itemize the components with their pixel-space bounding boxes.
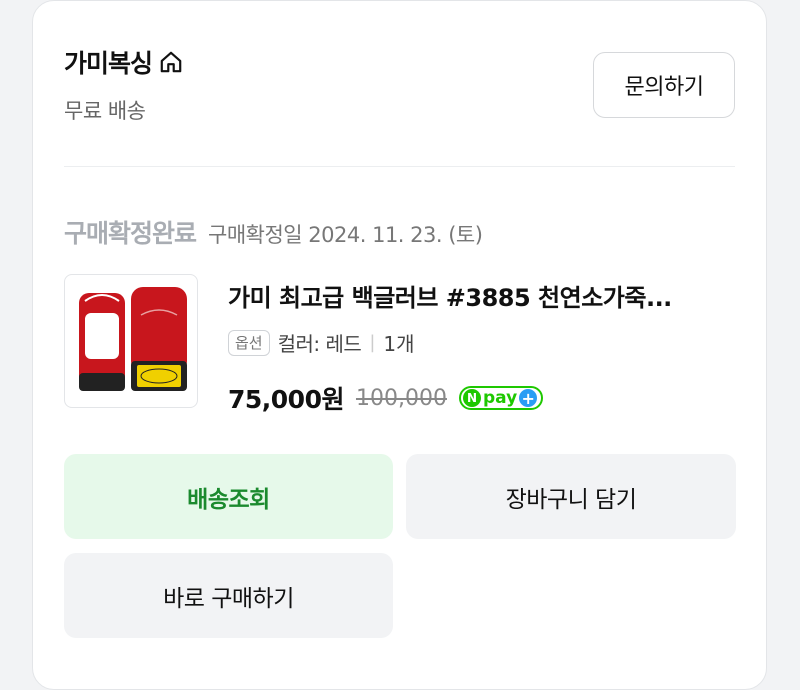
divider — [64, 166, 735, 167]
price-row: 75,000원 100,000 N pay + — [228, 380, 544, 416]
inquiry-button[interactable]: 문의하기 — [593, 52, 735, 118]
track-delivery-button[interactable]: 배송조회 — [64, 454, 393, 539]
option-separator: | — [369, 332, 376, 353]
option-row: 옵션 컬러: 레드 | 1개 — [228, 328, 415, 357]
shipping-info: 무료 배송 — [64, 99, 146, 123]
product-thumbnail[interactable] — [64, 274, 198, 408]
home-icon — [160, 51, 182, 73]
original-price: 100,000 — [355, 385, 447, 411]
option-badge: 옵션 — [228, 329, 270, 356]
sale-price: 75,000원 — [228, 385, 344, 414]
seller-name: 가미복싱 — [64, 49, 153, 78]
add-to-cart-button[interactable]: 장바구니 담기 — [406, 454, 736, 539]
quantity: 1개 — [383, 332, 415, 356]
buy-now-button[interactable]: 바로 구매하기 — [64, 553, 393, 638]
order-status-row: 구매확정완료 구매확정일 2024. 11. 23. (토) — [64, 214, 483, 250]
red-bag-gloves-image — [79, 287, 187, 391]
order-status: 구매확정완료 — [64, 219, 197, 248]
confirm-date: 구매확정일 2024. 11. 23. (토) — [208, 223, 483, 247]
product-title[interactable]: 가미 최고급 백글러브 #3885 천연소가죽... — [228, 278, 738, 313]
npay-label: pay — [482, 388, 518, 408]
npay-n-icon: N — [462, 389, 481, 407]
seller-store-link[interactable]: 가미복싱 — [64, 44, 184, 80]
npay-plus-badge: N pay + — [458, 386, 544, 410]
option-value: 컬러: 레드 — [277, 332, 362, 356]
plus-icon: + — [519, 389, 538, 408]
